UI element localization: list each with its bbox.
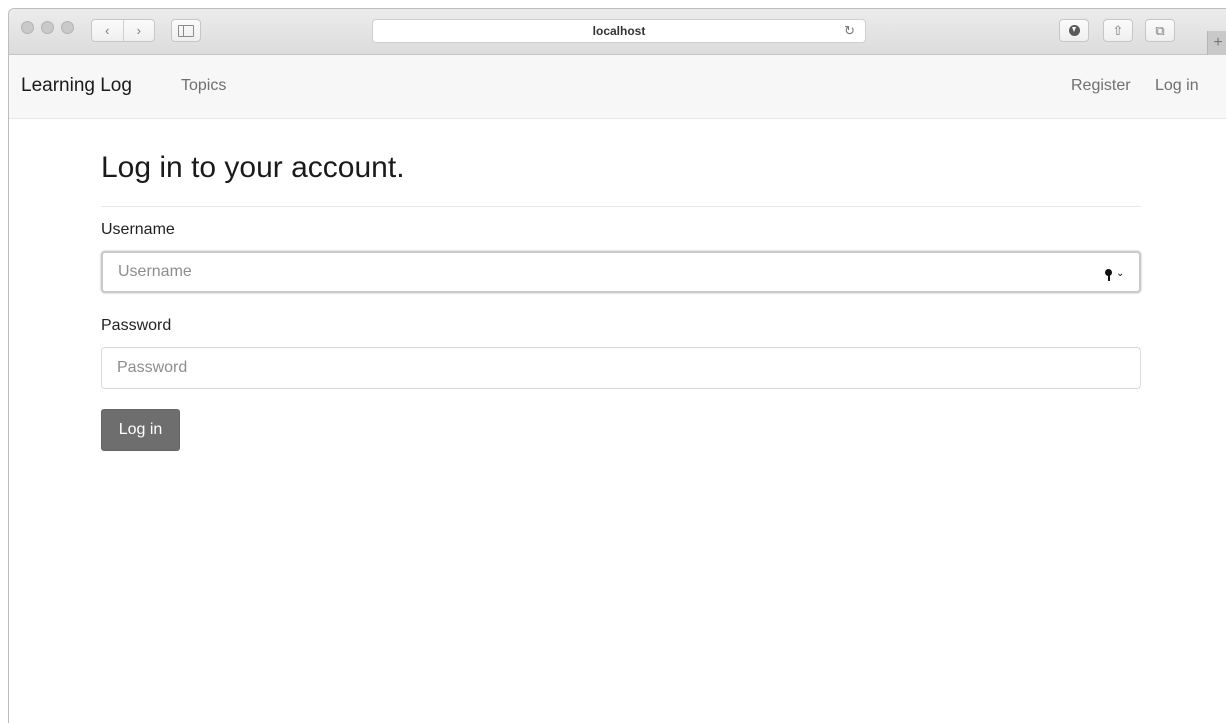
title-divider [101,206,1141,207]
username-input[interactable] [101,251,1141,293]
share-button[interactable]: ⇧ [1103,19,1133,42]
reload-icon[interactable]: ↻ [844,23,855,39]
downloads-button[interactable] [1059,19,1089,42]
nav-link-register[interactable]: Register [1071,77,1131,95]
password-label: Password [101,317,172,334]
chevron-down-icon: ⌄ [1116,268,1125,279]
chevron-right-icon: › [136,23,141,38]
chevron-left-icon: ‹ [105,23,110,38]
autofill-key-icon[interactable]: ⌄ [1105,265,1125,281]
address-url: localhost [592,24,646,38]
close-window-button[interactable] [21,21,34,34]
nav-link-topics[interactable]: Topics [181,77,226,95]
address-bar[interactable]: localhost ↻ [372,19,866,43]
key-icon [1105,268,1112,281]
brand-link[interactable]: Learning Log [21,75,132,97]
browser-window: ‹ › localhost ↻ ⇧ ⧉ + Learning Log Topic… [8,8,1226,723]
password-input[interactable] [101,347,1141,389]
username-label: Username [101,221,175,238]
download-icon [1068,25,1080,36]
nav-link-login[interactable]: Log in [1155,77,1199,95]
sidebar-toggle-button[interactable] [171,19,201,42]
page-title: Log in to your account. [101,151,405,184]
tabs-icon: ⧉ [1155,22,1165,38]
plus-icon: + [1213,34,1223,51]
sidebar-icon [178,24,194,37]
back-button[interactable]: ‹ [92,20,123,41]
show-tabs-button[interactable]: ⧉ [1145,19,1175,42]
new-tab-button[interactable]: + [1207,31,1226,55]
browser-toolbar: ‹ › localhost ↻ ⇧ ⧉ + [9,9,1226,55]
site-navbar: Learning Log Topics Register Log in [9,55,1226,119]
zoom-window-button[interactable] [61,21,74,34]
window-controls [21,21,74,34]
history-nav: ‹ › [91,19,155,42]
login-button[interactable]: Log in [101,409,180,451]
minimize-window-button[interactable] [41,21,54,34]
forward-button[interactable]: › [122,20,155,41]
share-icon: ⇧ [1112,22,1124,38]
